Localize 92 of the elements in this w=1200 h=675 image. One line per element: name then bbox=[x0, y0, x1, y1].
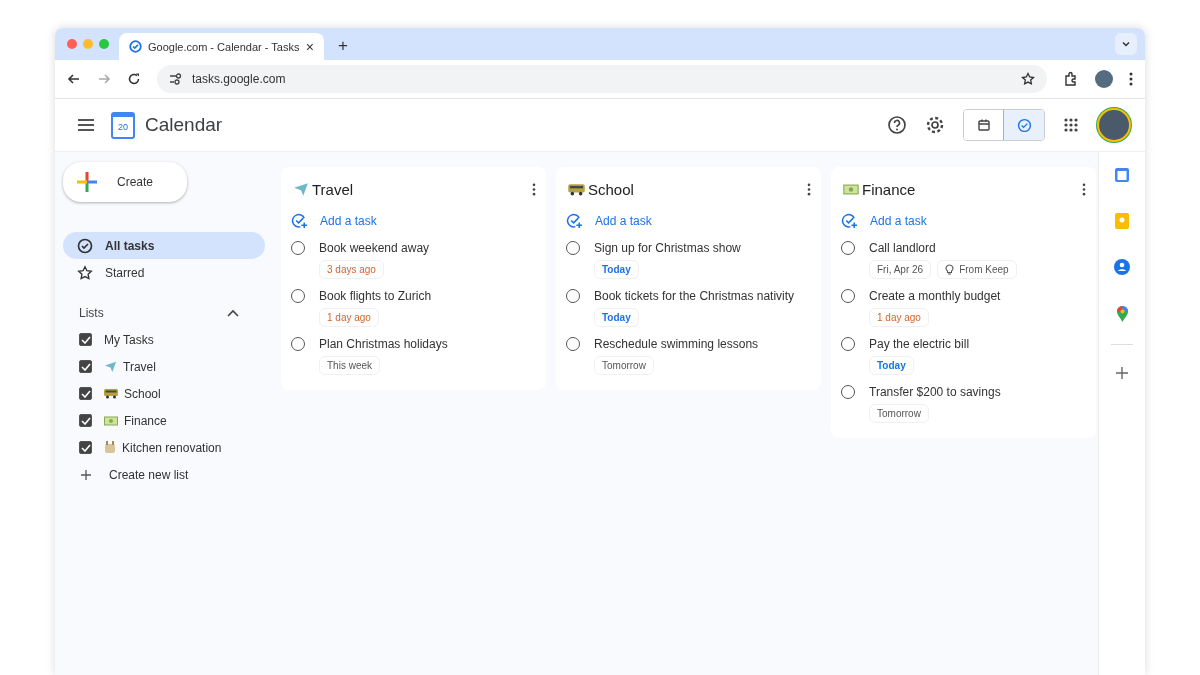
sidebar-item[interactable]: Starred bbox=[63, 259, 265, 286]
list-checkbox[interactable] bbox=[79, 441, 92, 454]
due-chip: This week bbox=[319, 356, 380, 375]
due-chip: 1 day ago bbox=[319, 308, 379, 327]
contact-icon[interactable] bbox=[1114, 259, 1130, 275]
chevron-icon[interactable] bbox=[227, 309, 239, 317]
bus-icon bbox=[104, 388, 118, 399]
create-button[interactable]: Create bbox=[63, 162, 188, 202]
profile-avatar[interactable] bbox=[1095, 70, 1113, 88]
help-icon[interactable] bbox=[887, 115, 907, 135]
list-checkbox[interactable] bbox=[79, 360, 92, 373]
account-avatar[interactable] bbox=[1097, 108, 1131, 142]
due-chip: 1 day ago bbox=[869, 308, 929, 327]
add-task-icon bbox=[841, 212, 858, 229]
lightbulb-icon bbox=[945, 264, 955, 275]
plus-icon bbox=[75, 170, 99, 194]
star-icon bbox=[77, 264, 93, 281]
reload-icon[interactable] bbox=[127, 72, 141, 86]
due-chip: Today bbox=[594, 260, 639, 279]
bus-icon bbox=[568, 182, 585, 196]
due-chip: 3 days ago bbox=[319, 260, 384, 279]
add-task-icon bbox=[566, 212, 583, 229]
list-checkbox[interactable] bbox=[79, 414, 92, 427]
plane-icon bbox=[104, 360, 117, 373]
url-text: tasks.google.com bbox=[192, 72, 286, 86]
list-title: Travel bbox=[312, 180, 354, 198]
plus-icon bbox=[81, 469, 91, 480]
banknote-icon bbox=[843, 183, 859, 195]
create-new-list-link[interactable]: Create new list bbox=[63, 461, 275, 488]
add-task-icon bbox=[291, 212, 308, 229]
lists-heading: Lists bbox=[79, 306, 104, 320]
check-circle-icon bbox=[77, 237, 93, 254]
task-title[interactable]: Book flights to Zurich bbox=[319, 288, 432, 305]
check-circle-icon bbox=[1016, 117, 1032, 133]
extensions-icon[interactable] bbox=[1063, 71, 1079, 87]
calendar-icon[interactable] bbox=[1114, 167, 1130, 183]
bookmark-star-icon[interactable] bbox=[1021, 72, 1035, 86]
calendar-icon bbox=[977, 118, 991, 132]
address-bar[interactable]: tasks.google.com bbox=[157, 65, 1047, 93]
back-icon[interactable] bbox=[67, 72, 81, 86]
list-title: Finance bbox=[862, 180, 916, 198]
tab-title: Google.com - Calendar - Tasks bbox=[148, 40, 300, 53]
add-task-button[interactable]: Add a task bbox=[566, 209, 811, 232]
close-tab-button[interactable]: × bbox=[305, 38, 314, 55]
banknote-icon bbox=[104, 415, 118, 426]
list-name[interactable]: Travel bbox=[123, 359, 156, 374]
list-name[interactable]: School bbox=[124, 386, 161, 401]
list-title: School bbox=[588, 180, 634, 198]
list-checkbox[interactable] bbox=[79, 333, 92, 346]
task-title[interactable]: Transfer $200 to savings bbox=[869, 384, 1001, 401]
list-checkbox[interactable] bbox=[79, 387, 92, 400]
sidebar-item[interactable]: All tasks bbox=[63, 232, 265, 259]
calendar-view-button[interactable] bbox=[964, 110, 1004, 140]
more-icon[interactable] bbox=[807, 182, 811, 196]
app-title: Calendar bbox=[145, 114, 223, 136]
site-settings-icon bbox=[169, 73, 182, 85]
due-chip: Tomorrow bbox=[869, 404, 929, 423]
chevron-down-icon bbox=[1121, 39, 1131, 49]
due-chip: Today bbox=[594, 308, 639, 327]
task-title[interactable]: Call landlord bbox=[869, 240, 1017, 257]
add-icon[interactable] bbox=[1116, 367, 1128, 379]
new-tab-button[interactable]: + bbox=[338, 36, 348, 56]
due-chip: Fri, Apr 26 bbox=[869, 260, 932, 279]
more-icon[interactable] bbox=[1129, 72, 1133, 86]
map-pin-icon[interactable] bbox=[1115, 305, 1129, 322]
due-chip: Today bbox=[869, 356, 914, 375]
more-icon[interactable] bbox=[1082, 182, 1086, 196]
task-title[interactable]: Book weekend away bbox=[319, 240, 430, 257]
task-title[interactable]: Pay the electric bill bbox=[869, 336, 970, 353]
list-name[interactable]: My Tasks bbox=[104, 332, 154, 347]
tools-icon bbox=[104, 441, 116, 454]
task-title[interactable]: Plan Christmas holidays bbox=[319, 336, 448, 353]
list-name[interactable]: Finance bbox=[124, 413, 167, 428]
apps-grid-icon[interactable] bbox=[1063, 117, 1079, 133]
more-icon[interactable] bbox=[532, 182, 536, 196]
due-chip: From Keep bbox=[937, 260, 1017, 279]
task-title[interactable]: Sign up for Christmas show bbox=[594, 240, 741, 257]
browser-tab[interactable]: Google.com - Calendar - Tasks × bbox=[119, 33, 324, 60]
task-title[interactable]: Book tickets for the Christmas nativity bbox=[594, 288, 795, 305]
plane-icon bbox=[293, 181, 309, 197]
list-name[interactable]: Kitchen renovation bbox=[122, 440, 222, 455]
settings-icon[interactable] bbox=[925, 115, 945, 135]
task-title[interactable]: Reschedule swimming lessons bbox=[594, 336, 759, 353]
task-title[interactable]: Create a monthly budget bbox=[869, 288, 1001, 305]
add-task-button[interactable]: Add a task bbox=[841, 209, 1086, 232]
add-task-button[interactable]: Add a task bbox=[291, 209, 536, 232]
calendar-logo: 20 bbox=[111, 111, 135, 139]
menu-icon[interactable] bbox=[77, 118, 95, 132]
tasks-view-button[interactable] bbox=[1004, 110, 1044, 140]
due-chip: Tomorrow bbox=[594, 356, 654, 375]
tasks-icon bbox=[129, 40, 142, 53]
tab-search-button[interactable] bbox=[1115, 33, 1137, 55]
